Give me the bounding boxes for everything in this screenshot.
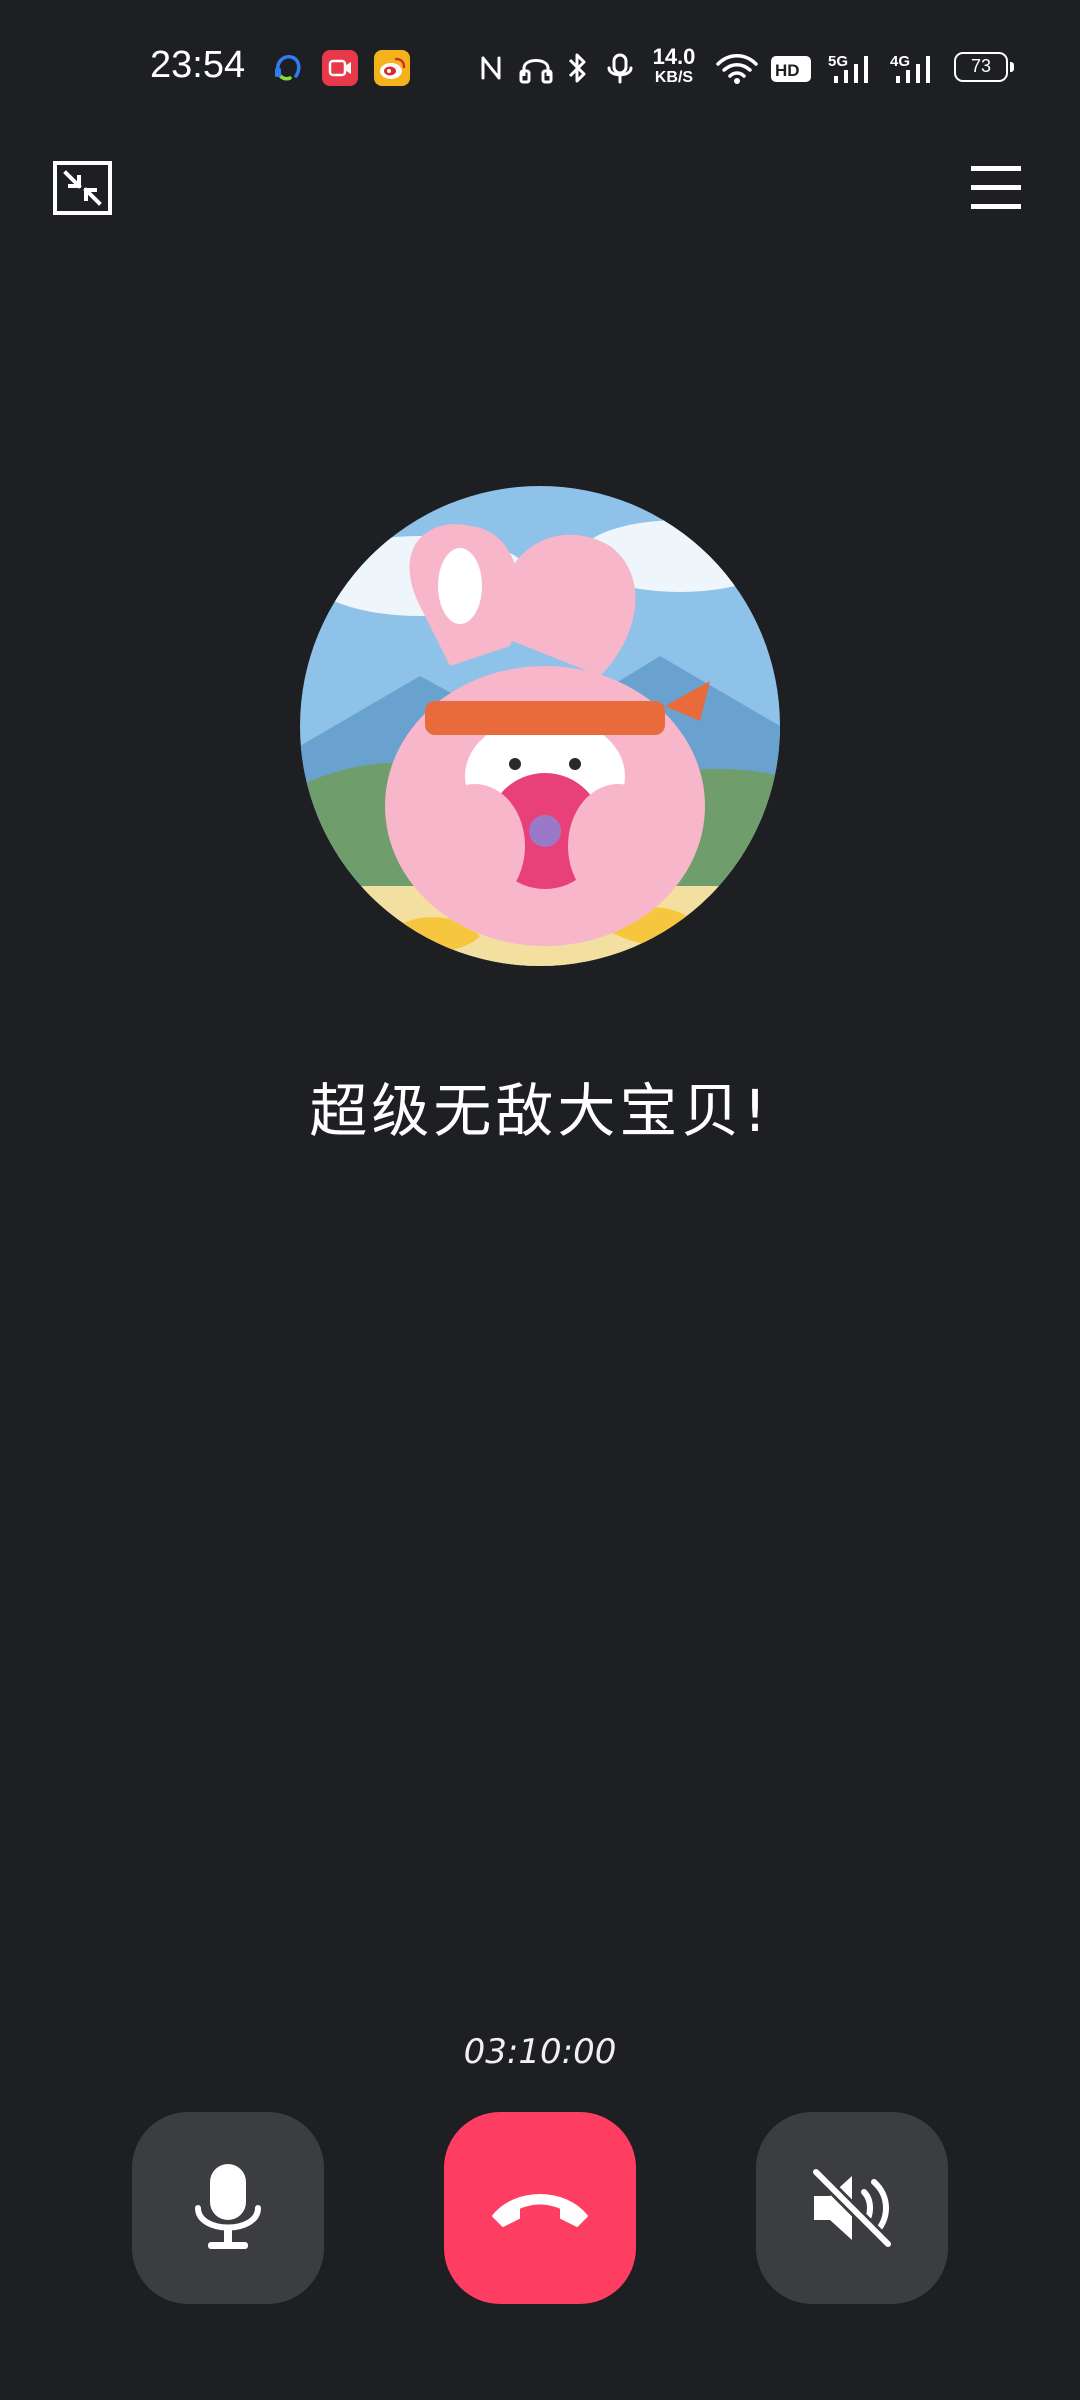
voice-call-screen: 23:54 14.0 KB/S HD 5G 4G 73 超级无敌大宝贝! 03:… <box>0 0 1080 2400</box>
contact-name: 超级无敌大宝贝! <box>309 1077 771 1145</box>
menu-icon <box>971 166 1021 209</box>
network-speed-value: 14.0 <box>652 44 696 69</box>
status-time: 23:54 <box>150 44 246 86</box>
call-duration-timer: 03:10:00 <box>463 2032 617 2072</box>
mic-icon <box>602 44 638 92</box>
headphones-icon <box>516 44 556 92</box>
signal-4g-icon: 4G <box>890 44 938 92</box>
contact-avatar <box>300 486 780 966</box>
speaker-toggle-button[interactable] <box>756 2112 948 2304</box>
hd-voice-icon: HD <box>770 44 812 92</box>
minimize-window-icon <box>53 161 112 215</box>
hang-up-button[interactable] <box>444 2112 636 2304</box>
4g-label: 4G <box>890 53 910 70</box>
bluetooth-icon <box>562 44 592 92</box>
speaker-muted-icon <box>808 2164 896 2252</box>
5g-label: 5G <box>828 53 848 70</box>
mute-microphone-button[interactable] <box>132 2112 324 2304</box>
battery-level: 73 <box>970 56 992 76</box>
wifi-icon <box>714 44 760 92</box>
network-speed: 14.0 KB/S <box>646 46 702 86</box>
minimize-window-button[interactable] <box>52 160 116 218</box>
hang-up-phone-icon <box>492 2194 588 2227</box>
hd-label: HD <box>775 61 800 80</box>
menu-button[interactable] <box>966 160 1026 214</box>
status-bar: 23:54 14.0 KB/S HD 5G 4G 73 <box>0 0 1080 140</box>
headset-app-icon <box>270 50 306 86</box>
battery-icon: 73 <box>954 52 1014 82</box>
network-speed-unit: KB/S <box>654 69 694 86</box>
weibo-app-icon <box>374 50 410 86</box>
microphone-icon <box>195 2164 261 2249</box>
nfc-icon <box>476 44 506 92</box>
video-app-icon <box>322 50 358 86</box>
signal-5g-icon: 5G <box>828 44 876 92</box>
